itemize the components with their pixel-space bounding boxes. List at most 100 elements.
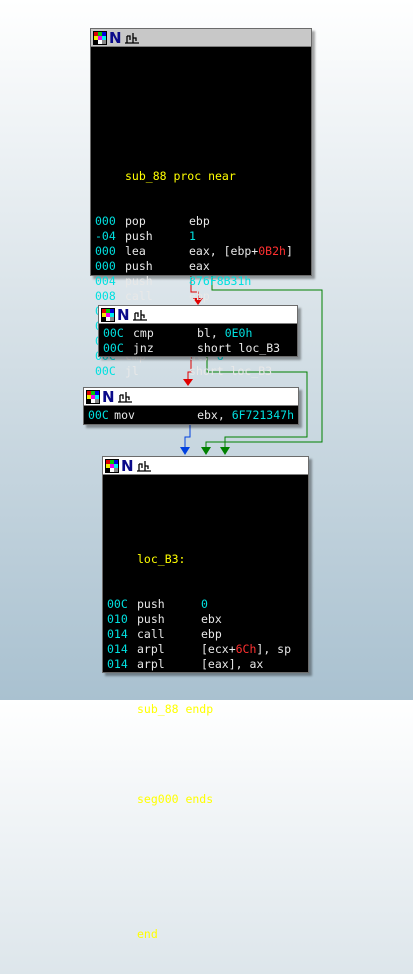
stack-offset: 008 xyxy=(95,289,116,303)
mnemonic[interactable]: push xyxy=(137,597,201,612)
stack-offset: 000 xyxy=(95,214,116,228)
operands[interactable]: ebp xyxy=(201,627,222,642)
operands[interactable]: short loc_B3 xyxy=(189,364,272,379)
code-line[interactable]: 004 push 876F8B31h xyxy=(95,274,307,289)
code-line[interactable]: 014 call ebp xyxy=(107,627,304,642)
operand-token[interactable]: 0B2h xyxy=(258,244,286,258)
stack-offset: 010 xyxy=(107,612,128,626)
code-line[interactable]: 014 arpl [eax], ax xyxy=(107,657,304,672)
operand-token[interactable]: 6Ch xyxy=(236,642,257,656)
mnemonic[interactable]: call xyxy=(137,627,201,642)
mnemonic[interactable]: jl xyxy=(125,364,189,379)
operands[interactable]: bl, 0E0h xyxy=(197,326,252,341)
mnemonic[interactable]: mov xyxy=(114,408,197,423)
graph-node-mov-ebx[interactable]: N 00C mov ebx, 6F721347h xyxy=(83,387,299,425)
mnemonic[interactable]: pop xyxy=(125,214,189,229)
n-icon[interactable]: N xyxy=(117,307,130,322)
code-line[interactable]: -04 push 1 xyxy=(95,229,307,244)
stack-offset: 014 xyxy=(107,642,128,656)
segment-end-label[interactable]: seg000 ends xyxy=(107,792,213,807)
operand-token[interactable]: ebp xyxy=(201,627,222,641)
operands[interactable]: 1 xyxy=(189,229,196,244)
graph-node-cmp-bl[interactable]: N 00C cmp bl, 0E0h 00C jnz short loc_B3 xyxy=(98,305,298,357)
proc-label[interactable]: sub_88 proc near xyxy=(95,169,236,184)
stack-offset: 00C xyxy=(95,364,116,378)
operands[interactable]: ebx, 6F721347h xyxy=(197,408,294,423)
operands[interactable]: 876F8B31h xyxy=(189,274,251,289)
operands[interactable]: eax xyxy=(189,259,210,274)
operand-token[interactable]: ] xyxy=(286,244,293,258)
color-grid-icon[interactable] xyxy=(93,30,107,45)
node-header[interactable]: N xyxy=(84,388,298,406)
code-line[interactable]: 000 pop ebp xyxy=(95,214,307,229)
operands[interactable]: [ecx+6Ch], sp xyxy=(201,642,291,657)
node-header[interactable]: N xyxy=(99,306,297,324)
loc-label[interactable]: loc_B3: xyxy=(107,552,185,567)
operand-token[interactable]: eax xyxy=(189,259,210,273)
operand-token[interactable]: short loc_B3 xyxy=(197,341,280,355)
graph-overview-icon[interactable] xyxy=(132,308,148,321)
code-line[interactable]: 008 call ebp xyxy=(95,289,307,304)
operand-token[interactable]: [ecx+ xyxy=(201,642,236,656)
n-icon[interactable]: N xyxy=(121,458,134,473)
edge-arrow xyxy=(201,447,211,455)
code-line[interactable]: 00C jl short loc_B3 xyxy=(95,364,307,379)
operand-token[interactable]: ], sp xyxy=(256,642,291,656)
mnemonic[interactable]: arpl xyxy=(137,657,201,672)
graph-node-sub-88[interactable]: N sub_88 proc near 000 pop ebp -04 push 1 000 l… xyxy=(90,28,312,378)
mnemonic[interactable]: call xyxy=(125,289,189,304)
node-code: 00C mov ebx, 6F721347h xyxy=(84,406,298,425)
operand-token[interactable]: ebx xyxy=(201,612,222,626)
mnemonic[interactable]: push xyxy=(125,274,189,289)
n-icon[interactable]: N xyxy=(109,30,122,45)
operand-token[interactable]: ebp xyxy=(189,289,210,303)
mnemonic[interactable]: push xyxy=(137,612,201,627)
operands[interactable]: eax, [ebp+0B2h] xyxy=(189,244,293,259)
operand-token[interactable]: short loc_B3 xyxy=(189,364,272,378)
color-grid-icon[interactable] xyxy=(105,458,119,473)
operand-token[interactable]: ebx, xyxy=(197,408,232,422)
operands[interactable]: 0 xyxy=(201,597,208,612)
mnemonic[interactable]: push xyxy=(125,259,189,274)
operand-token[interactable]: 6F721347h xyxy=(232,408,294,422)
node-header[interactable]: N xyxy=(103,457,308,475)
color-grid-icon[interactable] xyxy=(86,389,100,404)
code-line[interactable]: 000 lea eax, [ebp+0B2h] xyxy=(95,244,307,259)
operand-token[interactable]: eax, [ebp+ xyxy=(189,244,258,258)
edge-arrow xyxy=(220,447,230,455)
mnemonic[interactable]: lea xyxy=(125,244,189,259)
mnemonic[interactable]: push xyxy=(125,229,189,244)
graph-overview-icon[interactable] xyxy=(136,459,152,472)
operand-token[interactable]: 1 xyxy=(189,229,196,243)
stack-offset: -04 xyxy=(95,229,116,243)
code-line[interactable]: 00C cmp bl, 0E0h xyxy=(103,326,293,341)
graph-overview-icon[interactable] xyxy=(117,390,133,403)
operands[interactable]: ebp xyxy=(189,214,210,229)
code-line[interactable]: 00C push 0 xyxy=(107,597,304,612)
operand-token[interactable]: [eax], ax xyxy=(201,657,263,671)
operand-token[interactable]: 0 xyxy=(201,597,208,611)
operands[interactable]: ebp xyxy=(189,289,210,304)
operand-token[interactable]: ebp xyxy=(189,214,210,228)
graph-overview-icon[interactable] xyxy=(124,31,140,44)
code-line[interactable]: 000 push eax xyxy=(95,259,307,274)
operands[interactable]: [eax], ax xyxy=(201,657,263,672)
operand-token[interactable]: bl, xyxy=(197,326,225,340)
stack-offset: 00C xyxy=(88,408,109,422)
code-line[interactable]: 00C jnz short loc_B3 xyxy=(103,341,293,356)
operands[interactable]: short loc_B3 xyxy=(197,341,280,356)
operand-token[interactable]: 0E0h xyxy=(225,326,253,340)
endp-label[interactable]: sub_88 endp xyxy=(107,702,213,717)
color-grid-icon[interactable] xyxy=(101,307,115,322)
mnemonic[interactable]: arpl xyxy=(137,642,201,657)
code-line[interactable]: 010 push ebx xyxy=(107,612,304,627)
graph-node-loc-b3[interactable]: N loc_B3: 00C push 0 010 push ebx 014 call ebp 01… xyxy=(102,456,309,941)
mnemonic[interactable]: cmp xyxy=(133,326,197,341)
n-icon[interactable]: N xyxy=(102,389,115,404)
node-header[interactable]: N xyxy=(91,29,311,47)
code-line[interactable]: 00C mov ebx, 6F721347h xyxy=(88,408,294,423)
operands[interactable]: ebx xyxy=(201,612,222,627)
mnemonic[interactable]: jnz xyxy=(133,341,197,356)
operand-token[interactable]: 876F8B31h xyxy=(189,274,251,288)
code-line[interactable]: 014 arpl [ecx+6Ch], sp xyxy=(107,642,304,657)
